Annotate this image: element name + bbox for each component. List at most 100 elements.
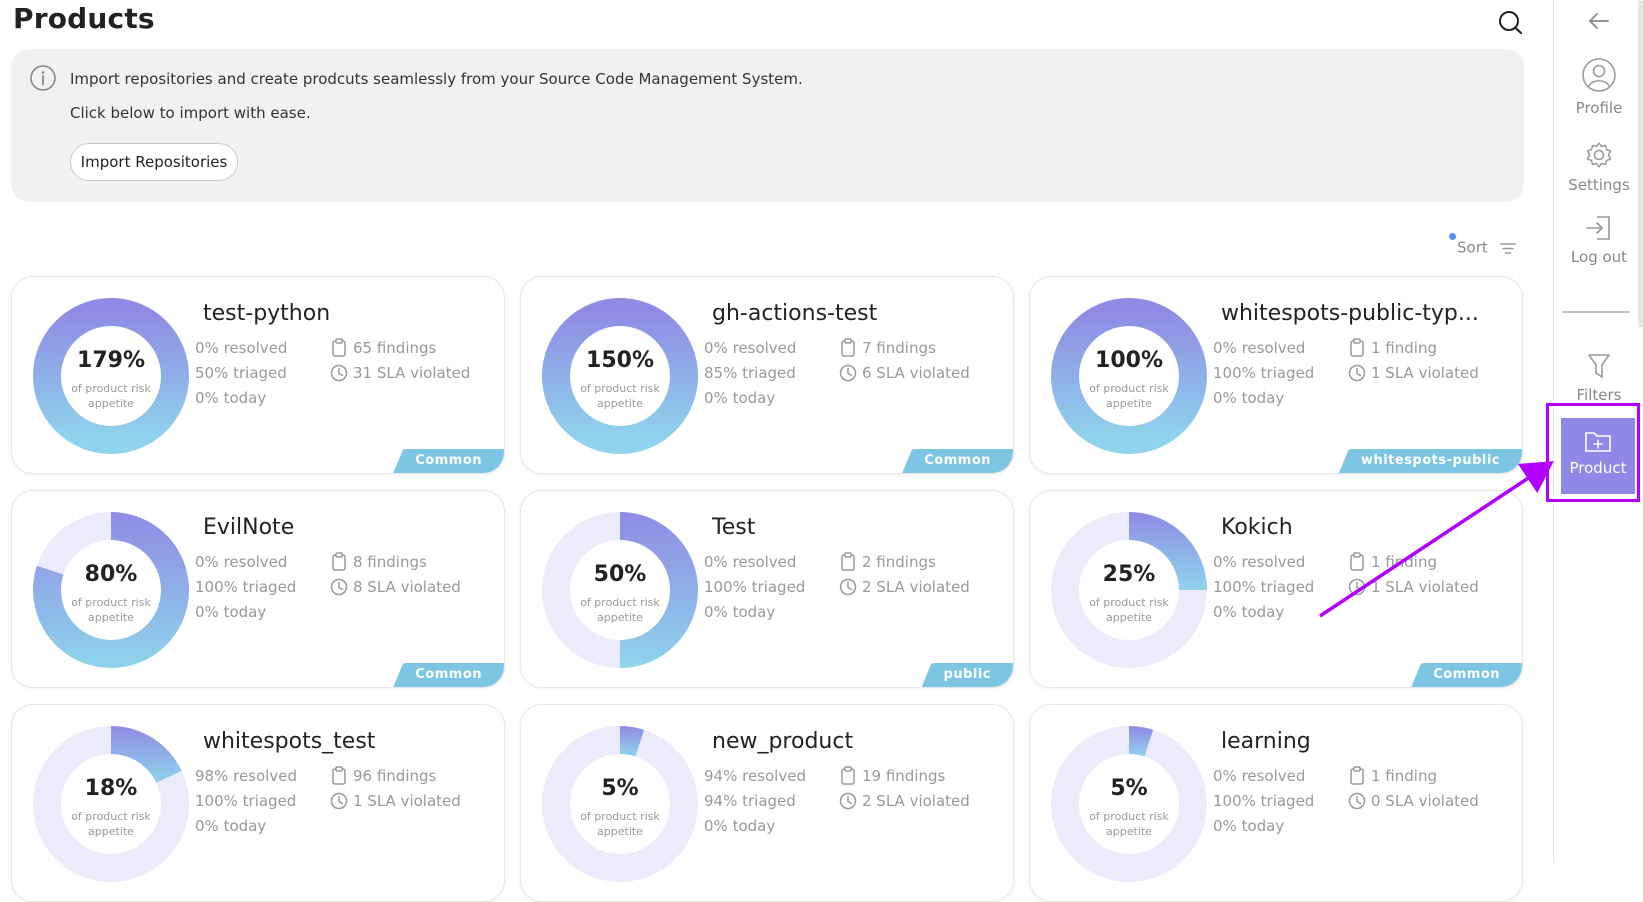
findings-count: 1 finding	[1371, 553, 1437, 571]
product-tag: Common	[1411, 663, 1522, 687]
product-name: test-python	[203, 301, 331, 326]
today-stat: 0% today	[704, 817, 776, 835]
clipboard-icon	[841, 766, 855, 785]
donut-label: 25% of product risk appetite	[1051, 512, 1207, 668]
back-button[interactable]	[1554, 10, 1643, 32]
arrow-left-icon	[1589, 13, 1609, 29]
clipboard-icon	[1350, 338, 1364, 357]
product-card[interactable]: 100% of product risk appetite whitespots-p…	[1029, 276, 1523, 474]
product-card[interactable]: 150% of product risk appetite gh-actions-t…	[520, 276, 1014, 474]
sla-violated-count: 31 SLA violated	[353, 364, 471, 382]
donut-label: 50% of product risk appetite	[542, 512, 698, 668]
clipboard-icon	[841, 338, 855, 357]
donut-label: 5% of product risk appetite	[542, 726, 698, 882]
product-card[interactable]: 18% of product risk appetite whitespots_te…	[11, 704, 505, 902]
triaged-stat: 85% triaged	[704, 364, 796, 382]
triaged-stat: 100% triaged	[1213, 578, 1315, 596]
clipboard-icon	[1350, 766, 1364, 785]
logout-icon	[1586, 216, 1610, 240]
product-tag: whitespots-public	[1338, 449, 1522, 473]
risk-caption: of product risk appetite	[1089, 382, 1169, 410]
findings-count: 1 finding	[1371, 339, 1437, 357]
sla-violated-count: 1 SLA violated	[1371, 364, 1479, 382]
sla-violated-count: 2 SLA violated	[862, 578, 970, 596]
clock-icon	[839, 792, 857, 810]
user-icon	[1582, 58, 1616, 92]
today-stat: 0% today	[704, 389, 776, 407]
triaged-stat: 100% triaged	[704, 578, 806, 596]
product-tag: public	[921, 663, 1013, 687]
clock-icon	[839, 578, 857, 596]
resolved-stat: 0% resolved	[1213, 767, 1306, 785]
findings-count: 8 findings	[353, 553, 427, 571]
today-stat: 0% today	[1213, 603, 1285, 621]
sla-violated-count: 1 SLA violated	[353, 792, 461, 810]
donut-label: 179% of product risk appetite	[33, 298, 189, 454]
clock-icon	[330, 578, 348, 596]
risk-percentage: 179%	[77, 348, 145, 373]
rail-item-logout[interactable]: Log out	[1554, 214, 1643, 266]
today-stat: 0% today	[195, 603, 267, 621]
rail-label-profile: Profile	[1575, 99, 1623, 117]
today-stat: 0% today	[704, 603, 776, 621]
clipboard-icon	[1350, 552, 1364, 571]
info-icon	[30, 65, 56, 91]
search-icon[interactable]	[1498, 9, 1524, 35]
clock-icon	[1348, 364, 1366, 382]
banner-subtext: Click below to import with ease.	[70, 104, 311, 122]
page-title: Products	[13, 2, 155, 35]
risk-percentage: 80%	[84, 562, 138, 587]
product-tag: Common	[902, 449, 1013, 473]
product-tag: Common	[393, 663, 504, 687]
product-card[interactable]: 5% of product risk appetite new_product 94%…	[520, 704, 1014, 902]
sort-button[interactable]: Sort	[1457, 238, 1517, 257]
triaged-stat: 100% triaged	[1213, 364, 1315, 382]
findings-count: 19 findings	[862, 767, 946, 785]
today-stat: 0% today	[1213, 389, 1285, 407]
product-card[interactable]: 179% of product risk appetite test-python 0…	[11, 276, 505, 474]
rail-item-settings[interactable]: Settings	[1554, 140, 1643, 194]
resolved-stat: 0% resolved	[1213, 339, 1306, 357]
clock-icon	[1348, 578, 1366, 596]
product-tag: Common	[393, 449, 504, 473]
triaged-stat: 100% triaged	[195, 792, 297, 810]
triaged-stat: 100% triaged	[1213, 792, 1315, 810]
findings-count: 96 findings	[353, 767, 437, 785]
rail-label-filters: Filters	[1576, 386, 1622, 404]
today-stat: 0% today	[195, 389, 267, 407]
triaged-stat: 100% triaged	[195, 578, 297, 596]
product-card[interactable]: 25% of product risk appetite Kokich 0% reso…	[1029, 490, 1523, 688]
product-name: EvilNote	[203, 515, 295, 540]
clock-icon	[330, 364, 348, 382]
resolved-stat: 94% resolved	[704, 767, 806, 785]
product-name: learning	[1221, 729, 1311, 754]
clock-icon	[1348, 792, 1366, 810]
product-name: whitespots-public-typ...	[1221, 301, 1479, 326]
sla-violated-count: 6 SLA violated	[862, 364, 970, 382]
risk-caption: of product risk appetite	[71, 596, 151, 624]
product-card[interactable]: 80% of product risk appetite EvilNote 0% re…	[11, 490, 505, 688]
donut-label: 80% of product risk appetite	[33, 512, 189, 668]
rail-item-profile[interactable]: Profile	[1554, 57, 1643, 117]
product-card[interactable]: 5% of product risk appetite learning 0% res…	[1029, 704, 1523, 902]
add-product-button[interactable]: Product	[1561, 418, 1635, 494]
import-repositories-button[interactable]: Import Repositories	[70, 143, 238, 181]
import-banner: Import repositories and create prodcuts …	[11, 49, 1524, 202]
clock-icon	[330, 792, 348, 810]
risk-caption: of product risk appetite	[1089, 596, 1169, 624]
findings-count: 2 findings	[862, 553, 936, 571]
donut-label: 5% of product risk appetite	[1051, 726, 1207, 882]
risk-caption: of product risk appetite	[71, 810, 151, 838]
clipboard-icon	[332, 552, 346, 571]
donut-label: 150% of product risk appetite	[542, 298, 698, 454]
risk-caption: of product risk appetite	[580, 810, 660, 838]
risk-caption: of product risk appetite	[71, 382, 151, 410]
gear-icon	[1586, 142, 1612, 168]
main-content: Products Import repositories and create …	[0, 0, 1540, 902]
rail-item-filters[interactable]: Filters	[1554, 352, 1643, 404]
resolved-stat: 0% resolved	[195, 339, 288, 357]
product-name: gh-actions-test	[712, 301, 878, 326]
product-card[interactable]: 50% of product risk appetite Test 0% resolv…	[520, 490, 1014, 688]
rail-divider	[1562, 311, 1630, 313]
donut-label: 18% of product risk appetite	[33, 726, 189, 882]
